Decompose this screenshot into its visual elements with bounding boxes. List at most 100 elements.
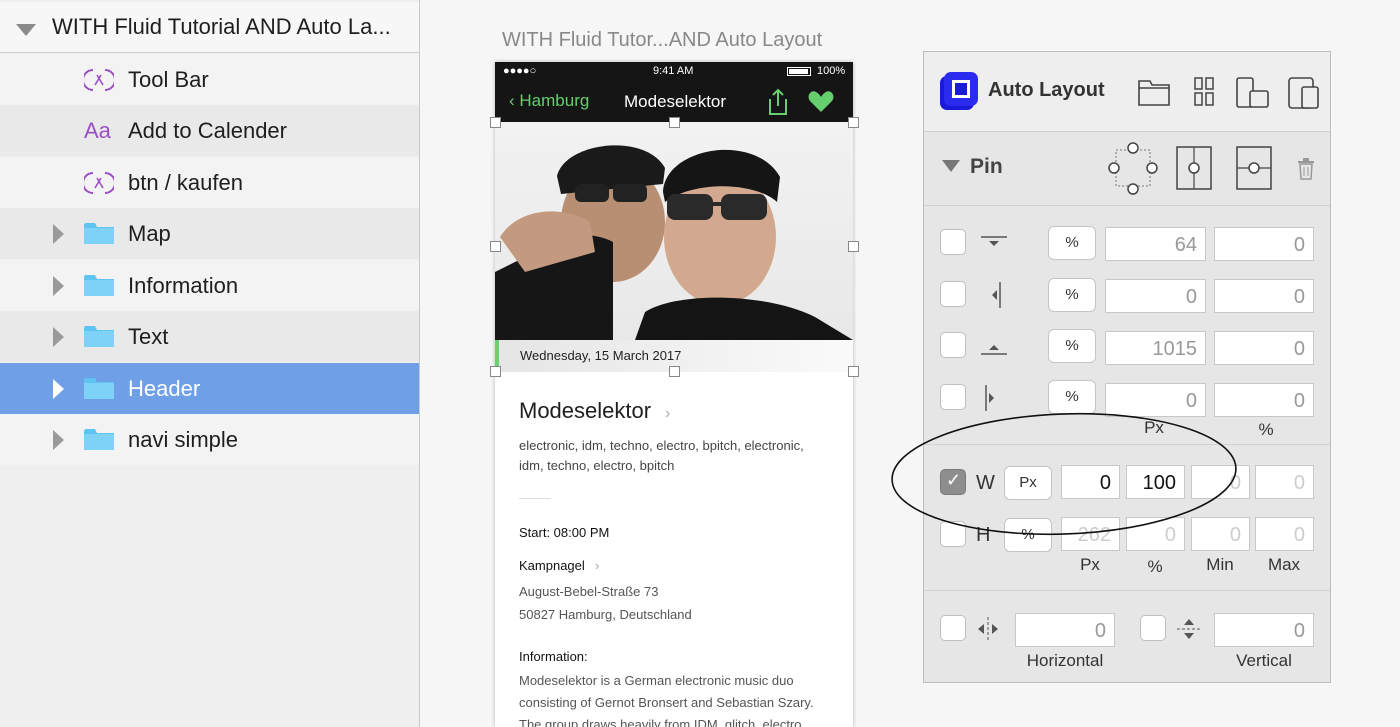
- resize-handle[interactable]: [848, 117, 859, 128]
- auto-layout-panel: Auto Layout Pin % 64 0 % 0 0 % 1015 0 % …: [923, 51, 1331, 683]
- pin-left-value[interactable]: 0: [1105, 279, 1206, 313]
- horizontal-spacing-checkbox[interactable]: [940, 615, 966, 641]
- event-start: Start: 08:00 PM: [519, 525, 610, 540]
- layer-row-text[interactable]: Text: [0, 311, 419, 362]
- resize-handle[interactable]: [669, 117, 680, 128]
- pin-bottom-unit-button[interactable]: %: [1048, 329, 1096, 363]
- layer-row-navi-simple[interactable]: navi simple: [0, 414, 419, 465]
- venue-address: August-Bebel-Straße 73 50827 Hamburg, De…: [519, 580, 692, 626]
- event-tags: electronic, idm, techno, electro, bpitch…: [519, 438, 804, 473]
- artist-photo-illustration: [495, 145, 853, 340]
- resize-handle[interactable]: [490, 117, 501, 128]
- folder-icon: [84, 275, 114, 296]
- battery-icon: [787, 67, 811, 76]
- artist-photo: [495, 122, 853, 340]
- layer-row-add-to-calender[interactable]: Aa Add to Calender: [0, 105, 419, 156]
- layer-label: Header: [128, 375, 201, 401]
- chevron-right-icon[interactable]: ›: [595, 558, 599, 573]
- width-max-field[interactable]: 0: [1255, 465, 1314, 499]
- layer-label: Map: [128, 220, 171, 246]
- layer-row-artboard[interactable]: WITH Fluid Tutorial AND Auto La...: [0, 2, 419, 53]
- layer-row-map[interactable]: Map: [0, 208, 419, 259]
- battery-percent: 100%: [817, 65, 846, 77]
- trash-icon[interactable]: [1297, 158, 1315, 180]
- size-column-px: Px: [1080, 555, 1100, 574]
- pin-bottom-value[interactable]: 1015: [1105, 331, 1206, 365]
- chevron-right-icon[interactable]: ›: [665, 405, 670, 423]
- grid-icon[interactable]: [1194, 77, 1214, 107]
- disclosure-triangle-icon[interactable]: [53, 430, 64, 450]
- pin-horizontal-center-icon[interactable]: [1236, 146, 1272, 190]
- folder-icon: [84, 223, 114, 244]
- back-label: Hamburg: [519, 91, 590, 110]
- resize-handle[interactable]: [669, 366, 680, 377]
- vertical-spacing-field[interactable]: 0: [1214, 613, 1314, 647]
- vertical-spacing-checkbox[interactable]: [1140, 615, 1166, 641]
- address-line: August-Bebel-Straße 73: [519, 584, 659, 599]
- layer-label: Information: [128, 272, 239, 298]
- nav-bar: ●●●●○ 9:41 AM 100% ‹ Hamburg Modeselekto…: [495, 62, 853, 122]
- layer-label: navi simple: [128, 426, 239, 452]
- layer-label: Text: [128, 323, 169, 349]
- artboard-phone[interactable]: ●●●●○ 9:41 AM 100% ‹ Hamburg Modeselekto…: [495, 62, 853, 727]
- artboard-title[interactable]: WITH Fluid Tutor...AND Auto Layout: [502, 29, 822, 52]
- pin-top-value[interactable]: 64: [1105, 227, 1206, 261]
- size-column-min: Min: [1206, 555, 1234, 574]
- pin-left-checkbox[interactable]: [940, 281, 966, 307]
- pin-top-percent[interactable]: 0: [1214, 227, 1314, 261]
- height-max-field[interactable]: 0: [1255, 517, 1314, 551]
- address-line: 50827 Hamburg, Deutschland: [519, 607, 692, 622]
- size-column-percent: %: [1147, 557, 1163, 576]
- auto-layout-logo-icon: [940, 72, 978, 110]
- layer-label: WITH Fluid Tutorial AND Auto La...: [52, 14, 391, 39]
- column-label-percent: %: [1258, 420, 1274, 439]
- resize-handle[interactable]: [490, 241, 501, 252]
- triangle-down-icon[interactable]: [16, 24, 36, 36]
- disclosure-triangle-icon[interactable]: [53, 379, 64, 399]
- event-date: Wednesday, 15 March 2017: [520, 348, 682, 363]
- resize-handle[interactable]: [848, 241, 859, 252]
- pin-top-checkbox[interactable]: [940, 229, 966, 255]
- phone-tablet-icon[interactable]: [1288, 77, 1320, 109]
- pin-top-unit-button[interactable]: %: [1048, 226, 1096, 260]
- folder-outline-icon[interactable]: [1138, 77, 1170, 107]
- layer-row-information[interactable]: Information: [0, 260, 419, 311]
- disclosure-triangle-icon[interactable]: [53, 224, 64, 244]
- pin-section-header[interactable]: Pin: [924, 132, 1330, 206]
- nav-title: Modeselektor: [624, 92, 727, 111]
- pin-top-icon: [981, 236, 1007, 246]
- heart-icon[interactable]: [808, 90, 834, 114]
- highlight-ellipse: [891, 412, 1237, 536]
- size-column-max: Max: [1267, 555, 1301, 574]
- disclosure-triangle-icon[interactable]: [53, 276, 64, 296]
- pin-all-sides-icon[interactable]: [1108, 142, 1158, 196]
- pin-left-percent[interactable]: 0: [1214, 279, 1314, 313]
- pin-bottom-checkbox[interactable]: [940, 332, 966, 358]
- pin-bottom-percent[interactable]: 0: [1214, 331, 1314, 365]
- separator: [519, 498, 551, 499]
- layer-row-btn-kaufen[interactable]: btn / kaufen: [0, 157, 419, 208]
- layer-row-header[interactable]: Header: [0, 363, 419, 414]
- pin-left-unit-button[interactable]: %: [1048, 278, 1096, 312]
- symbol-icon: [84, 172, 114, 194]
- resize-handle[interactable]: [490, 366, 501, 377]
- pin-vertical-center-icon[interactable]: [1176, 146, 1212, 190]
- share-icon[interactable]: [767, 88, 789, 116]
- symbol-icon: [84, 69, 114, 91]
- event-title: Modeselektor: [519, 398, 652, 423]
- pin-right-checkbox[interactable]: [940, 384, 966, 410]
- disclosure-triangle-icon[interactable]: [53, 327, 64, 347]
- layer-label: Tool Bar: [128, 66, 209, 92]
- pin-left-icon: [992, 282, 1001, 308]
- panel-title: Auto Layout: [988, 79, 1105, 101]
- venue-name[interactable]: Kampnagel: [519, 558, 585, 573]
- devices-icon[interactable]: [1236, 77, 1270, 109]
- signal-indicator: ●●●●○: [503, 65, 537, 77]
- triangle-down-icon[interactable]: [942, 160, 960, 172]
- status-time: 9:41 AM: [653, 65, 694, 77]
- resize-handle[interactable]: [848, 366, 859, 377]
- layer-row-tool-bar[interactable]: Tool Bar: [0, 54, 419, 105]
- horizontal-spacing-field[interactable]: 0: [1015, 613, 1115, 647]
- back-button[interactable]: ‹ Hamburg: [509, 91, 589, 111]
- divider: [924, 590, 1330, 591]
